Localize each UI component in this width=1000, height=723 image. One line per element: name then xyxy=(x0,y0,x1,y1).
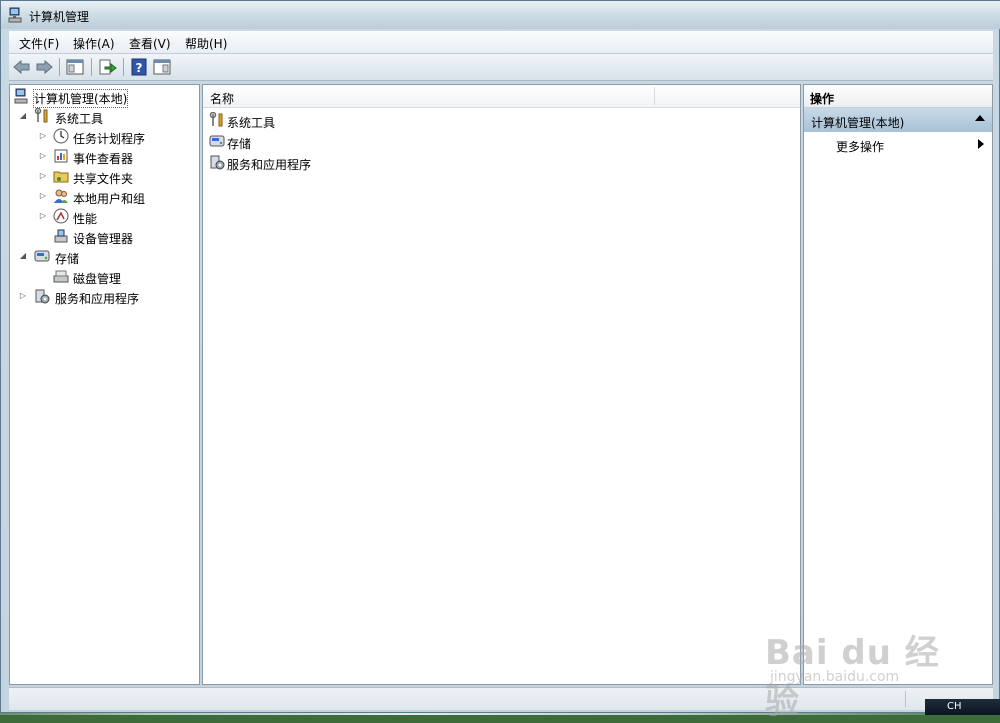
results-pane[interactable]: 名称 系统工具 存储 服务和应用程序 xyxy=(202,84,801,685)
watermark: Bai du 经验 jingyan.baidu.com xyxy=(765,605,955,722)
expand-icon[interactable]: ▷ xyxy=(38,151,48,161)
menu-help[interactable]: 帮助(H) xyxy=(185,35,227,52)
collapse-icon[interactable]: ◢ xyxy=(18,251,28,261)
tree-item-storage[interactable]: ◢ 存储 xyxy=(18,247,193,267)
window-title: 计算机管理 xyxy=(29,10,90,24)
tree-item-shared-folders[interactable]: ▷ 共享文件夹 xyxy=(38,167,198,187)
computer-management-icon xyxy=(8,7,22,23)
tree-root-label: 计算机管理(本地) xyxy=(32,89,129,108)
submenu-arrow-icon xyxy=(978,139,984,149)
toolbar: ? xyxy=(9,54,993,81)
list-item-label: 存储 xyxy=(227,137,252,151)
forward-arrow-icon[interactable] xyxy=(34,58,54,76)
column-divider[interactable] xyxy=(654,87,655,105)
tree-item-label: 本地用户和组 xyxy=(73,192,146,206)
storage-icon xyxy=(209,135,225,147)
console-tree-pane[interactable]: 计算机管理(本地) ◢ 系统工具 ▷ 任务计划程序 ▷ 事件查看器 ▷ 共享文件… xyxy=(9,84,200,685)
help-icon[interactable]: ? xyxy=(129,58,149,76)
actions-pane: 操作 计算机管理(本地) 更多操作 xyxy=(803,84,993,685)
actions-group-header[interactable]: 计算机管理(本地) xyxy=(804,108,992,132)
collapse-triangle-icon[interactable] xyxy=(975,115,985,121)
menu-bar: 文件(F) 操作(A) 查看(V) 帮助(H) xyxy=(9,31,993,54)
expand-icon[interactable]: ▷ xyxy=(18,291,28,301)
list-item-label: 服务和应用程序 xyxy=(227,158,312,172)
users-icon xyxy=(54,189,68,203)
disk-management-icon xyxy=(53,270,69,283)
computer-management-icon xyxy=(14,88,28,104)
tree-item-label: 磁盘管理 xyxy=(73,272,122,286)
tree-item-label: 服务和应用程序 xyxy=(55,292,140,306)
actions-group-label: 计算机管理(本地) xyxy=(811,116,905,130)
tree-item-services-apps[interactable]: ▷ 服务和应用程序 xyxy=(18,287,193,307)
title-bar[interactable]: 计算机管理 xyxy=(1,1,1000,29)
tree-item-device-manager[interactable]: 设备管理器 xyxy=(38,227,198,247)
tree-item-label: 任务计划程序 xyxy=(73,132,146,146)
expand-icon[interactable]: ▷ xyxy=(38,211,48,221)
tree-item-performance[interactable]: ▷ 性能 xyxy=(38,207,198,227)
services-icon xyxy=(35,289,50,304)
tree-item-computer-management[interactable]: 计算机管理(本地) xyxy=(14,87,194,108)
watermark-url: jingyan.baidu.com xyxy=(770,669,900,685)
tools-icon xyxy=(209,112,223,127)
more-actions-label: 更多操作 xyxy=(836,140,885,154)
collapse-icon[interactable]: ◢ xyxy=(18,111,28,121)
tools-icon xyxy=(34,108,48,123)
column-header-name[interactable]: 名称 xyxy=(210,90,234,107)
tree-item-label: 系统工具 xyxy=(55,112,104,126)
more-actions-item[interactable]: 更多操作 xyxy=(836,136,986,154)
services-icon xyxy=(210,155,225,170)
tree-item-local-users[interactable]: ▷ 本地用户和组 xyxy=(38,187,198,207)
menu-file[interactable]: 文件(F) xyxy=(19,35,59,52)
shared-folder-icon xyxy=(53,171,69,183)
performance-icon xyxy=(53,208,69,224)
event-viewer-icon xyxy=(54,149,68,163)
export-list-icon[interactable] xyxy=(97,58,117,76)
svg-text:?: ? xyxy=(136,61,143,75)
tree-item-label: 共享文件夹 xyxy=(73,172,134,186)
back-arrow-icon[interactable] xyxy=(12,58,32,76)
device-manager-icon xyxy=(54,229,68,243)
clock-icon xyxy=(53,128,69,144)
actions-pane-title: 操作 xyxy=(804,85,992,108)
tree-item-task-scheduler[interactable]: ▷ 任务计划程序 xyxy=(38,127,198,147)
menu-view[interactable]: 查看(V) xyxy=(129,35,171,52)
show-hide-console-tree-icon[interactable] xyxy=(65,58,85,76)
column-header-row: 名称 xyxy=(203,85,800,108)
storage-icon xyxy=(34,250,50,262)
tree-item-label: 事件查看器 xyxy=(73,152,134,166)
actions-title-label: 操作 xyxy=(810,92,835,106)
toolbar-separator xyxy=(59,58,60,76)
menu-action[interactable]: 操作(A) xyxy=(73,35,115,52)
tree-item-label: 设备管理器 xyxy=(73,232,134,246)
expand-icon[interactable]: ▷ xyxy=(38,171,48,181)
toolbar-separator xyxy=(123,58,124,76)
list-item-label: 系统工具 xyxy=(227,116,276,130)
tree-item-event-viewer[interactable]: ▷ 事件查看器 xyxy=(38,147,198,167)
tree-item-system-tools[interactable]: ◢ 系统工具 xyxy=(18,107,193,127)
expand-icon[interactable]: ▷ xyxy=(38,131,48,141)
tree-item-disk-management[interactable]: 磁盘管理 xyxy=(38,267,198,287)
toolbar-separator xyxy=(91,58,92,76)
tree-item-label: 性能 xyxy=(73,212,98,226)
expand-icon[interactable]: ▷ xyxy=(38,191,48,201)
tree-item-label: 存储 xyxy=(55,252,80,266)
show-hide-action-pane-icon[interactable] xyxy=(152,58,172,76)
